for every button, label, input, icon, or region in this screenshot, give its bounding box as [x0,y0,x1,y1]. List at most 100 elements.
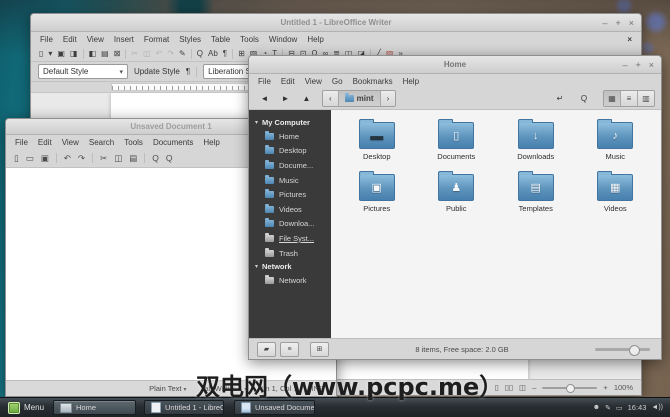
zoom-level[interactable]: 100% [614,383,633,392]
sidebar-item-documents[interactable]: Docume... [249,158,331,173]
formatting-marks-icon[interactable]: ¶ [223,49,227,58]
sidebar-item-network[interactable]: Network [249,273,331,288]
breadcrumb-prev-icon[interactable]: ‹ [323,91,339,106]
sidebar-item-trash[interactable]: Trash [249,246,331,261]
zoom-slider[interactable] [542,387,597,389]
back-icon[interactable]: ◄ [255,91,274,106]
breadcrumb-home-button[interactable]: mint [339,91,381,106]
menu-file[interactable]: File [40,35,53,44]
new-dropdown-caret-icon[interactable]: ▾ [48,49,52,58]
clone-formatting-icon[interactable]: ✎ [179,49,186,58]
cut-icon[interactable]: ✂ [100,153,107,164]
menu-edit[interactable]: Edit [63,35,77,44]
undo-icon[interactable]: ↶ [156,49,163,58]
minimize-icon[interactable]: – [622,60,627,70]
icon-view-icon[interactable]: ▦ [604,91,621,106]
redo-icon[interactable]: ↷ [167,49,174,58]
menu-go[interactable]: Go [332,77,343,86]
sidebar-item-videos[interactable]: Videos [249,202,331,217]
folder-documents[interactable]: ▯ Documents [417,118,495,161]
menu-table[interactable]: Table [211,35,230,44]
taskbar-item-writer[interactable]: Untitled 1 - LibreOffi... [144,400,224,415]
writer-titlebar[interactable]: Untitled 1 - LibreOffice Writer – + × [31,14,641,32]
multi-page-view-icon[interactable]: ▯▯ [505,383,513,392]
user-applet-icon[interactable]: ☻ [593,404,600,411]
folder-public[interactable]: ♟ Public [417,170,495,213]
menu-view[interactable]: View [305,77,322,86]
print-preview-icon[interactable]: ⊠ [114,49,121,58]
redo-icon[interactable]: ↷ [78,153,85,164]
zoom-slider-knob[interactable] [629,345,640,356]
save-icon[interactable]: ▣ [41,153,49,164]
menu-file[interactable]: File [15,138,28,147]
menu-styles[interactable]: Styles [179,35,201,44]
menu-button[interactable]: Menu [3,400,49,415]
zoom-slider[interactable] [595,348,650,351]
print-icon[interactable]: ▤ [101,49,109,58]
sidebar-item-pictures[interactable]: Pictures [249,187,331,202]
pen-applet-icon[interactable]: ✎ [605,404,611,412]
copy-icon[interactable]: ◫ [143,49,151,58]
close-icon[interactable]: × [629,18,634,28]
open-icon[interactable]: ▭ [26,153,34,164]
taskbar-item-editor[interactable]: Unsaved Document 1 [234,400,315,415]
menu-view[interactable]: View [87,35,104,44]
menu-format[interactable]: Format [144,35,169,44]
search-icon[interactable]: Q [574,90,594,107]
folder-templates[interactable]: ▤ Templates [497,170,575,213]
folder-pictures[interactable]: ▣ Pictures [338,170,416,213]
sidebar-section-my-computer[interactable]: ▾ My Computer [249,116,331,129]
clone-document-icon[interactable]: ◨ [70,49,78,58]
find-replace-icon[interactable]: Q [166,153,173,163]
menu-edit[interactable]: Edit [38,138,52,147]
menu-tools[interactable]: Tools [240,35,259,44]
menu-file[interactable]: File [258,77,271,86]
show-places-icon[interactable]: ▰ [257,342,276,357]
sidebar-item-file-system[interactable]: File Syst... [249,231,331,246]
paste-icon[interactable]: ▤ [129,153,137,164]
find-replace-icon[interactable]: Q [197,49,203,58]
menu-help[interactable]: Help [203,138,219,147]
cut-icon[interactable]: ✂ [131,49,138,58]
menu-search[interactable]: Search [89,138,114,147]
compact-view-icon[interactable]: ▥ [638,91,654,106]
folder-downloads[interactable]: ↓ Downloads [497,118,575,161]
copy-icon[interactable]: ◫ [114,153,122,164]
sidebar-item-music[interactable]: Music [249,173,331,188]
file-manager-content[interactable]: ▬ Desktop ▯ Documents ↓ Downloads ♪ Musi… [331,110,661,338]
zoom-in-icon[interactable]: + [603,383,607,392]
forward-icon[interactable]: ► [276,91,295,106]
menu-edit[interactable]: Edit [281,77,295,86]
paragraph-style-combo[interactable]: Default Style ▾ [38,64,128,79]
minimize-icon[interactable]: – [602,18,607,28]
close-icon[interactable]: × [649,60,654,70]
book-view-icon[interactable]: ◫ [519,383,526,392]
maximize-icon[interactable]: + [615,18,620,28]
export-pdf-icon[interactable]: ◧ [89,49,97,58]
insert-table-icon[interactable]: ⊞ [238,49,245,58]
save-icon[interactable]: ▣ [57,49,65,58]
battery-icon[interactable]: ▭ [616,404,623,412]
file-manager-titlebar[interactable]: Home – + × [249,56,661,74]
folder-desktop[interactable]: ▬ Desktop [338,118,416,161]
menu-help[interactable]: Help [307,35,323,44]
menu-tools[interactable]: Tools [124,138,143,147]
zoom-slider-knob[interactable] [566,384,575,393]
sidebar-item-home[interactable]: Home [249,129,331,144]
menu-bookmarks[interactable]: Bookmarks [353,77,393,86]
filetype-selector[interactable]: Plain Text▾ [149,384,186,393]
update-style-button[interactable]: Update Style [134,67,180,76]
list-view-icon[interactable]: ≡ [621,91,638,106]
sidebar-item-downloads[interactable]: Downloa... [249,217,331,232]
breadcrumb-next-icon[interactable]: › [381,91,396,106]
folder-videos[interactable]: ▦ Videos [576,170,654,213]
volume-icon[interactable]: ◄)) [651,404,663,411]
zoom-out-icon[interactable]: – [532,383,536,392]
new-document-icon[interactable]: ▯ [39,49,43,58]
maximize-icon[interactable]: + [635,60,640,70]
find-icon[interactable]: Q [152,153,159,163]
toggle-location-entry-icon[interactable]: ↵ [550,90,570,107]
new-document-icon[interactable]: ▯ [14,153,19,164]
undo-icon[interactable]: ↶ [64,153,71,164]
menu-insert[interactable]: Insert [114,35,134,44]
